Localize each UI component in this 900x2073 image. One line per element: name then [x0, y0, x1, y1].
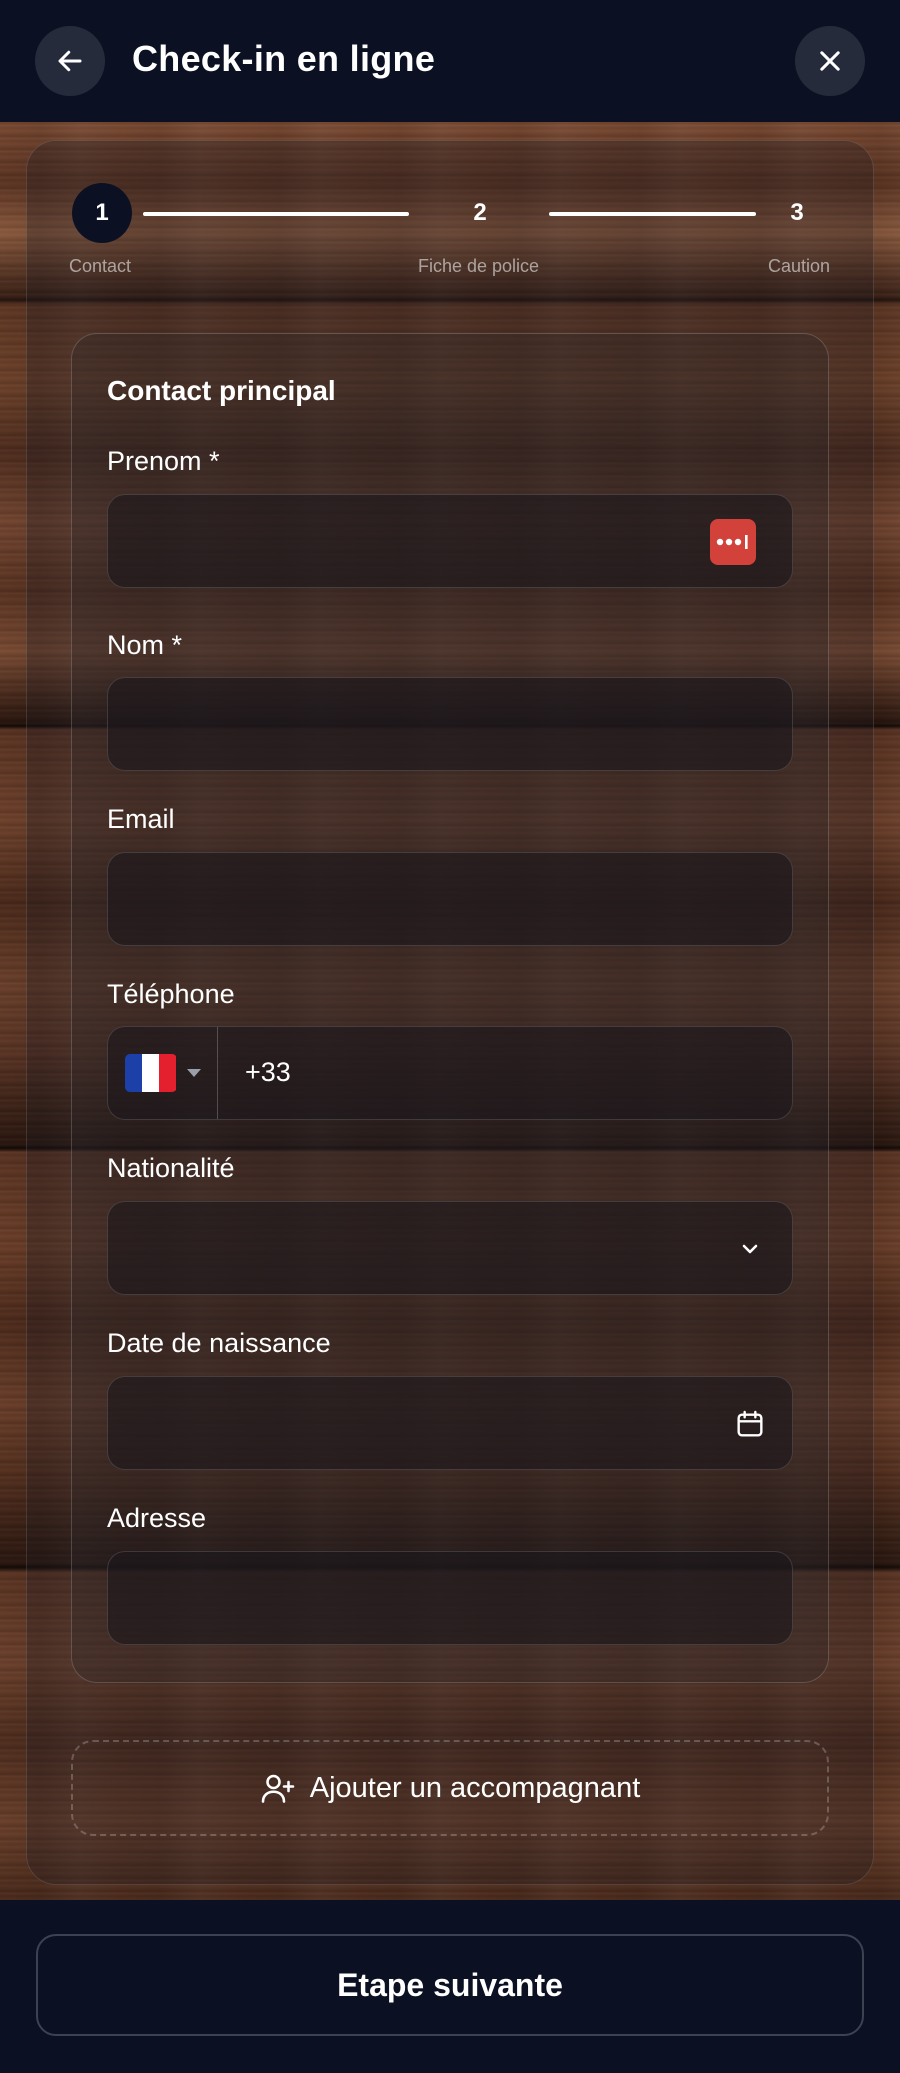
add-companion-button[interactable]: Ajouter un accompagnant	[71, 1740, 829, 1836]
step-connector-1	[143, 212, 409, 216]
step-connector-2	[549, 212, 756, 216]
chevron-down-icon	[732, 1231, 768, 1267]
phone-prefix: +33	[245, 1057, 291, 1087]
nom-field[interactable]	[107, 677, 793, 771]
prenom-label: Prenom *	[107, 446, 220, 476]
step-3-label: Caution	[767, 256, 830, 276]
step-2-label: Fiche de police	[418, 256, 540, 276]
user-plus-icon	[261, 1774, 295, 1803]
nom-input[interactable]	[108, 678, 792, 770]
close-button[interactable]	[795, 26, 865, 96]
arrow-left-icon	[58, 50, 82, 72]
step-3-indicator[interactable]: 3	[767, 183, 827, 243]
email-input[interactable]	[108, 853, 792, 945]
date-naissance-input[interactable]	[108, 1377, 792, 1469]
nom-label: Nom *	[107, 630, 183, 660]
date-naissance-label: Date de naissance	[107, 1328, 331, 1358]
adresse-input[interactable]	[108, 1552, 792, 1644]
back-button[interactable]	[35, 26, 105, 96]
nationalite-select[interactable]	[107, 1201, 793, 1295]
add-companion-label: Ajouter un accompagnant	[309, 1771, 641, 1804]
email-field[interactable]	[107, 852, 793, 946]
nationalite-label: Nationalité	[107, 1153, 235, 1183]
password-manager-icon[interactable]	[710, 519, 756, 565]
page-title: Check-in en ligne	[132, 38, 436, 79]
email-label: Email	[107, 804, 175, 834]
france-flag-icon	[124, 1054, 177, 1092]
adresse-label: Adresse	[107, 1503, 207, 1533]
prenom-field[interactable]	[107, 494, 793, 588]
step-2-indicator[interactable]: 2	[450, 183, 510, 243]
close-icon	[820, 51, 840, 71]
calendar-icon[interactable]	[732, 1406, 768, 1442]
prenom-input[interactable]	[108, 495, 792, 587]
section-title: Contact principal	[107, 375, 336, 406]
telephone-field[interactable]: +33	[107, 1026, 793, 1120]
next-step-button[interactable]: Etape suivante	[36, 1934, 864, 2036]
top-bar: Check-in en ligne	[0, 0, 900, 122]
step-1-label: Contact	[69, 256, 132, 276]
date-naissance-field[interactable]	[107, 1376, 793, 1470]
step-1-indicator[interactable]: 1	[72, 183, 132, 243]
adresse-field[interactable]	[107, 1551, 793, 1645]
telephone-label: Téléphone	[107, 979, 235, 1009]
caret-down-icon	[186, 1069, 201, 1077]
country-selector[interactable]	[108, 1027, 218, 1119]
